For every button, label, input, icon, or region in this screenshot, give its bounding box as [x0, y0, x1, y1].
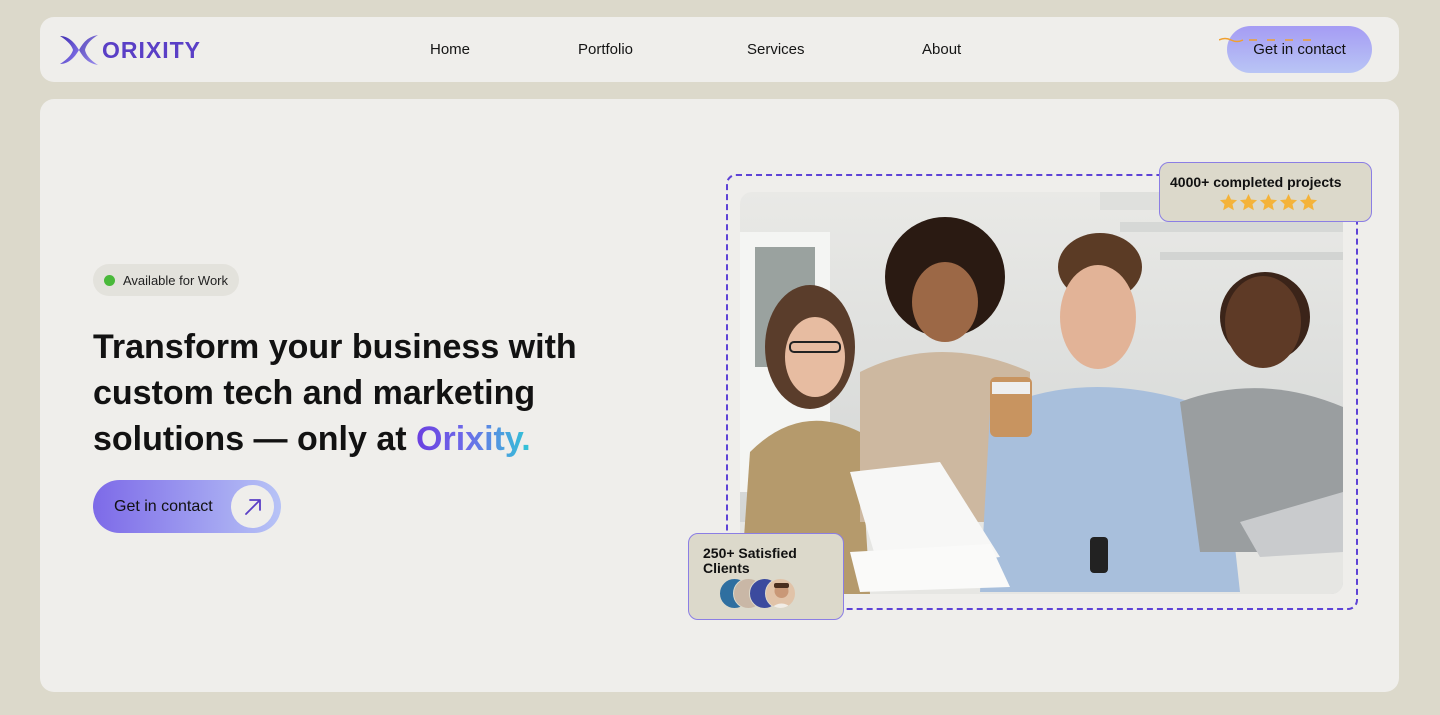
- rating-stars: [1219, 193, 1318, 212]
- logo[interactable]: ORIXITY: [58, 33, 201, 67]
- nav-link-about[interactable]: About: [922, 41, 961, 58]
- star-icon: [1279, 193, 1298, 211]
- nav-link-home[interactable]: Home: [430, 41, 470, 58]
- status-dot-icon: [104, 274, 115, 286]
- decorative-squiggle-icon: [1219, 37, 1311, 43]
- availability-label: Available for Work: [123, 272, 229, 288]
- star-icon: [1259, 193, 1278, 211]
- nav-cta-label: Get in contact: [1253, 41, 1346, 58]
- nav-link-services[interactable]: Services: [747, 41, 805, 58]
- hero-get-in-contact-button[interactable]: Get in contact: [93, 480, 281, 533]
- completed-projects-label: 4000+ completed projects: [1170, 174, 1342, 190]
- satisfied-clients-label: 250+ Satisfied Clients: [703, 545, 797, 576]
- nav-get-in-contact-button[interactable]: Get in contact: [1219, 26, 1372, 73]
- hero-cta-label: Get in contact: [114, 497, 213, 515]
- client-avatars: [719, 578, 799, 610]
- star-icon: [1239, 193, 1258, 211]
- logo-mark-icon: [60, 35, 98, 65]
- hero-headline: Transform your business with custom tech…: [93, 324, 653, 462]
- availability-badge: Available for Work: [93, 264, 240, 296]
- completed-projects-card: 4000+ completed projects: [1159, 162, 1372, 222]
- logo-text: ORIXITY: [102, 36, 202, 63]
- headline-brand: Orixity.: [416, 420, 531, 458]
- top-nav: ORIXITY Home Portfolio Services About Ge…: [40, 17, 1399, 82]
- satisfied-clients-card: 250+ Satisfied Clients: [688, 533, 844, 620]
- star-icon: [1219, 193, 1238, 211]
- star-icon: [1299, 193, 1318, 211]
- nav-link-portfolio[interactable]: Portfolio: [578, 41, 633, 58]
- arrow-up-right-icon: [231, 485, 274, 528]
- avatar: [765, 578, 796, 609]
- hero-section: Available for Work Transform your busine…: [40, 99, 1399, 692]
